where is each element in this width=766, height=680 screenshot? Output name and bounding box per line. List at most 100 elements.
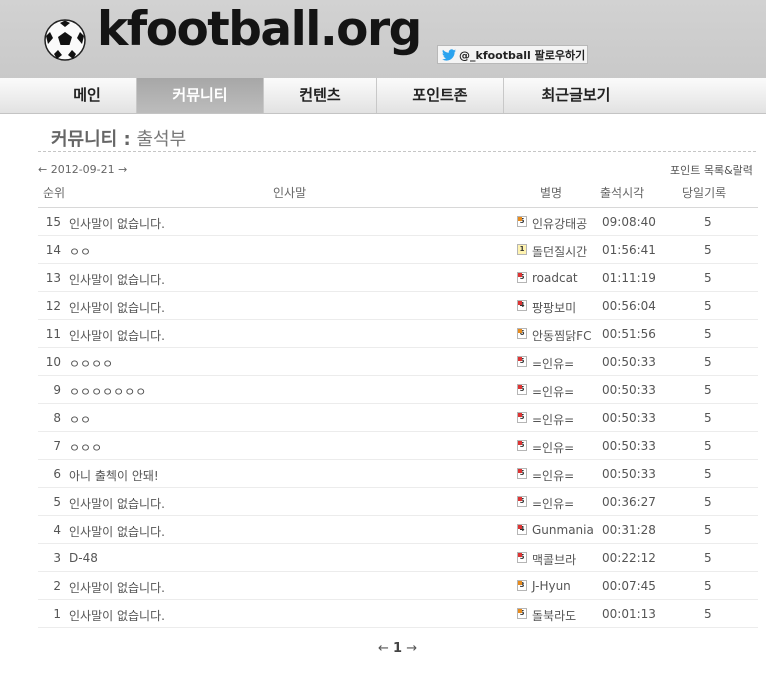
row-rank: 4: [53, 523, 61, 537]
table-row: 15 인사말이 없습니다. 5 인유강태공 09:08:40 5: [38, 208, 758, 236]
level-badge-icon: 5: [517, 608, 527, 619]
table-row: 3 D-48 5 맥콜브라 00:22:12 5: [38, 544, 758, 572]
twitter-icon: [442, 48, 456, 61]
row-nickname[interactable]: 팡팡보미: [532, 299, 576, 316]
row-rank: 8: [53, 411, 61, 425]
row-time: 00:50:33: [602, 411, 656, 425]
row-count: 5: [704, 439, 712, 453]
table-row: 4 인사말이 없습니다. 4 Gunmania 00:31:28 5: [38, 516, 758, 544]
header-rank: 순위: [43, 186, 66, 200]
row-nickname[interactable]: =인유=: [532, 383, 574, 400]
nav-main[interactable]: 메인: [38, 78, 137, 113]
row-rank: 2: [53, 579, 61, 593]
table-row: 13 인사말이 없습니다. 5 roadcat 01:11:19 5: [38, 264, 758, 292]
level-badge-icon: 5: [517, 468, 527, 479]
point-list-link[interactable]: 포인트 목록&랄력: [670, 162, 753, 178]
nav-recent-posts[interactable]: 최근글보기: [504, 78, 648, 113]
nav-point-zone[interactable]: 포인트존: [377, 78, 504, 113]
row-time: 00:07:45: [602, 579, 656, 593]
row-rank: 13: [45, 271, 61, 285]
row-time: 09:08:40: [602, 215, 656, 229]
row-time: 00:50:33: [602, 439, 656, 453]
row-nickname[interactable]: 인유강태공: [532, 215, 587, 232]
row-count: 5: [704, 327, 712, 341]
row-nickname[interactable]: =인유=: [532, 439, 574, 456]
table-row: 14 ㅇㅇ 1 돌던질시간 01:56:41 5: [38, 236, 758, 264]
level-badge-icon: 5: [517, 496, 527, 507]
header-count: 당일기록: [682, 186, 727, 200]
row-rank: 10: [45, 355, 61, 369]
row-time: 00:50:33: [602, 467, 656, 481]
row-count: 5: [704, 215, 712, 229]
row-greeting: 인사말이 없습니다.: [69, 581, 165, 595]
page-title: 커뮤니티 : 출석부: [51, 125, 186, 151]
row-rank: 1: [53, 607, 61, 621]
row-nickname[interactable]: 돌던질시간: [532, 243, 587, 260]
row-greeting: ㅇㅇㅇㅇ: [69, 357, 114, 371]
row-rank: 12: [45, 299, 61, 313]
table-row: 5 인사말이 없습니다. 5 =인유= 00:36:27 5: [38, 488, 758, 516]
date-navigation[interactable]: ← 2012-09-21 →: [38, 163, 127, 176]
row-time: 00:51:56: [602, 327, 656, 341]
soccer-ball-icon[interactable]: [44, 19, 86, 61]
pager-next-arrow[interactable]: →: [406, 641, 417, 656]
row-nickname[interactable]: roadcat: [532, 271, 578, 285]
row-rank: 5: [53, 495, 61, 509]
row-greeting: 인사말이 없습니다.: [69, 217, 165, 231]
row-rank: 14: [45, 243, 61, 257]
row-time: 00:56:04: [602, 299, 656, 313]
row-count: 5: [704, 383, 712, 397]
row-count: 5: [704, 579, 712, 593]
row-greeting: ㅇㅇ: [69, 245, 92, 259]
table-row: 2 인사말이 없습니다. 3 J-Hyun 00:07:45 5: [38, 572, 758, 600]
pager-prev-arrow[interactable]: ←: [378, 641, 389, 656]
page-title-name: 출석부: [136, 129, 187, 150]
row-nickname[interactable]: =인유=: [532, 355, 574, 372]
row-time: 00:50:33: [602, 355, 656, 369]
level-badge-icon: 1: [517, 244, 527, 255]
header-nickname: 별명: [540, 186, 563, 200]
row-time: 01:11:19: [602, 271, 656, 285]
row-rank: 7: [53, 439, 61, 453]
row-count: 5: [704, 551, 712, 565]
row-greeting: 인사말이 없습니다.: [69, 301, 165, 315]
row-count: 5: [704, 607, 712, 621]
header-time: 출석시각: [600, 186, 645, 200]
row-time: 00:01:13: [602, 607, 656, 621]
row-nickname[interactable]: =인유=: [532, 467, 574, 484]
row-nickname[interactable]: 맥콜브라: [532, 551, 576, 568]
row-greeting: D-48: [69, 551, 98, 565]
nav-contents[interactable]: 컨텐츠: [264, 78, 377, 113]
pagination: ← 1 →: [378, 641, 417, 656]
row-count: 5: [704, 523, 712, 537]
row-nickname[interactable]: 돌북라도: [532, 607, 576, 624]
row-nickname[interactable]: =인유=: [532, 495, 574, 512]
level-badge-icon: 5: [517, 384, 527, 395]
row-count: 5: [704, 271, 712, 285]
nav-community[interactable]: 커뮤니티: [137, 78, 264, 113]
site-logo[interactable]: kfootball.org: [97, 2, 422, 57]
level-badge-icon: 5: [517, 216, 527, 227]
row-nickname[interactable]: 안동찜닭FC: [532, 327, 591, 344]
row-count: 5: [704, 299, 712, 313]
row-greeting: 인사말이 없습니다.: [69, 609, 165, 623]
pager-current-page[interactable]: 1: [393, 641, 402, 656]
level-badge-icon: 4: [517, 524, 527, 535]
row-time: 00:36:27: [602, 495, 656, 509]
table-row: 6 아니 출첵이 안돼! 5 =인유= 00:50:33 5: [38, 460, 758, 488]
row-time: 00:50:33: [602, 383, 656, 397]
table-row: 9 ㅇㅇㅇㅇㅇㅇㅇ 5 =인유= 00:50:33 5: [38, 376, 758, 404]
row-nickname[interactable]: Gunmania: [532, 523, 594, 537]
row-greeting: ㅇㅇㅇㅇㅇㅇㅇ: [69, 385, 147, 399]
twitter-follow-button[interactable]: @_kfootball 팔로우하기: [437, 45, 588, 64]
row-greeting: ㅇㅇ: [69, 413, 92, 427]
level-badge-icon: 5: [517, 412, 527, 423]
attendance-table: 15 인사말이 없습니다. 5 인유강태공 09:08:40 5 14 ㅇㅇ 1…: [38, 208, 758, 628]
row-nickname[interactable]: =인유=: [532, 411, 574, 428]
twitter-follow-label: @_kfootball 팔로우하기: [459, 48, 586, 62]
level-badge-icon: 5: [517, 552, 527, 563]
level-badge-icon: 5: [517, 272, 527, 283]
row-nickname[interactable]: J-Hyun: [532, 579, 571, 593]
row-time: 00:22:12: [602, 551, 656, 565]
table-row: 12 인사말이 없습니다. 4 팡팡보미 00:56:04 5: [38, 292, 758, 320]
